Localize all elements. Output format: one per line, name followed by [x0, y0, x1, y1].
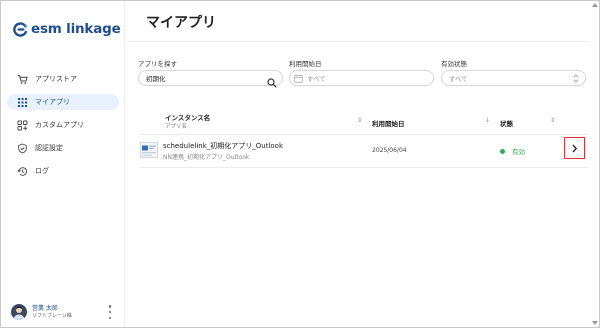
status-dot-icon [500, 148, 505, 154]
open-detail-button[interactable] [564, 137, 585, 159]
search-label: アプリを探す [138, 60, 177, 68]
column-header-status[interactable]: 状態 [500, 118, 513, 128]
sidebar-item-label: カスタムアプリ [35, 121, 84, 129]
search-input-value: 初期化 [146, 75, 166, 83]
grid-icon [17, 97, 28, 108]
sidebar-item-app-store[interactable]: アプリストア [7, 71, 119, 87]
scroll-up-icon[interactable] [592, 3, 598, 7]
user-info: 営業 太郎 ソフトブレーン株 [32, 305, 72, 320]
table-row[interactable]: schedulelink_初期化アプリ_Outlook NN連携_初期化アプリ_… [140, 136, 588, 166]
column-header-instance[interactable]: インスタンス名 [165, 112, 210, 122]
main-content: マイアプリ アプリを探す 初期化 利用開始日 すべて 有効状態 すべて インスタ… [126, 1, 590, 327]
start-date-field[interactable]: すべて [289, 70, 434, 86]
sidebar-item-label: マイアプリ [35, 98, 70, 106]
header-divider [140, 134, 588, 135]
sidebar-nav: アプリストア マイアプリ カスタムアプリ 認証設定 ログ [7, 71, 119, 186]
app-thumbnail-icon [140, 142, 158, 158]
row-divider [140, 167, 588, 168]
sidebar-item-my-apps[interactable]: マイアプリ [7, 94, 119, 110]
title-divider [126, 41, 590, 42]
page-title: マイアプリ [146, 15, 216, 31]
table-header: インスタンス名 アプリ名 ⇕ 利用開始日 ↓ 状態 ⇕ [140, 109, 588, 133]
more-menu-icon[interactable] [107, 305, 113, 319]
shield-icon [17, 143, 28, 154]
status-filter-label: 有効状態 [441, 60, 467, 68]
start-date-cell: 2025/06/04 [372, 147, 407, 154]
logo-mark-icon [13, 21, 28, 37]
logo-text: esm linkage [31, 21, 121, 37]
search-icon[interactable] [267, 73, 277, 92]
column-header-start-date[interactable]: 利用開始日 [372, 118, 405, 128]
scrollbar[interactable] [591, 1, 599, 327]
user-name: 営業 太郎 [32, 304, 58, 312]
status-select-value: すべて [449, 75, 468, 83]
start-date-placeholder: すべて [307, 75, 326, 83]
user-profile[interactable]: 営業 太郎 ソフトブレーン株 [11, 301, 117, 323]
sort-icon[interactable]: ⇕ [357, 117, 362, 124]
search-input[interactable]: 初期化 [138, 70, 283, 88]
sidebar: esm linkage アプリストア マイアプリ カスタムアプリ 認証設定 ログ… [1, 1, 125, 327]
brand-logo[interactable]: esm linkage [13, 21, 121, 37]
sidebar-item-log[interactable]: ログ [7, 163, 119, 179]
chevron-right-icon [571, 144, 578, 153]
sidebar-item-custom-apps[interactable]: カスタムアプリ [7, 117, 119, 133]
instance-name: schedulelink_初期化アプリ_Outlook [163, 142, 284, 150]
sidebar-item-label: 認証設定 [35, 144, 63, 152]
avatar [11, 304, 27, 320]
scroll-down-icon[interactable] [592, 321, 598, 325]
store-icon [17, 74, 28, 85]
user-org: ソフトブレーン株 [32, 312, 72, 319]
custom-app-icon [17, 120, 28, 131]
calendar-icon [294, 74, 303, 83]
sort-descending-icon[interactable]: ↓ [485, 117, 490, 124]
start-date-label: 利用開始日 [289, 60, 322, 68]
app-name: NN連携_初期化アプリ_Outlook [163, 154, 250, 161]
column-subheader-app-name: アプリ名 [165, 124, 188, 130]
sidebar-item-label: ログ [35, 167, 49, 175]
sidebar-item-auth-settings[interactable]: 認証設定 [7, 140, 119, 156]
sort-icon[interactable]: ⇕ [550, 117, 555, 124]
status-badge: 有効 [500, 146, 525, 156]
history-icon [17, 166, 28, 177]
sidebar-item-label: アプリストア [35, 75, 77, 83]
status-select[interactable]: すべて [441, 70, 586, 86]
status-text: 有効 [512, 148, 525, 156]
up-down-icon [573, 74, 579, 83]
